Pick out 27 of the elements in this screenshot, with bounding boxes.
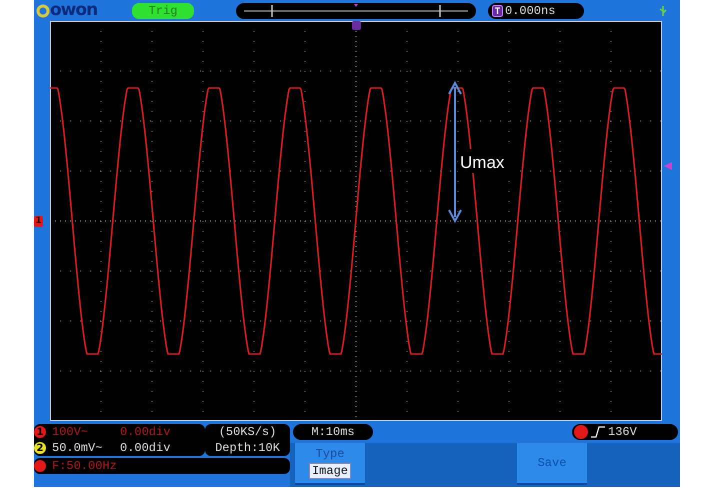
usb-icon	[658, 4, 668, 17]
channel-badge	[34, 460, 46, 472]
memory-depth: Depth:10K	[215, 441, 280, 456]
trigger-level-marker	[664, 162, 672, 170]
menu-label: Type	[316, 447, 344, 462]
logo-ring-icon	[36, 4, 50, 18]
time-offset: 0.000ns	[505, 4, 556, 18]
umax-label: Umax	[460, 153, 504, 172]
logo: owon	[50, 2, 98, 20]
sample-rate: (50KS/s)	[218, 425, 276, 440]
trigger-status: Trig	[132, 2, 194, 19]
trigger-marker	[352, 21, 361, 30]
channel-badge: 1	[34, 426, 46, 438]
rising-edge-icon	[591, 426, 605, 438]
channel-scale: 100V~	[52, 425, 90, 440]
channel-badge: 2	[34, 442, 46, 454]
trigger-level: 136V	[608, 424, 637, 440]
channel-badge	[574, 425, 588, 440]
menu-value: Image	[308, 463, 351, 480]
timebase-display: M:10ms	[293, 424, 373, 440]
type-menu-button[interactable]: Type Image	[295, 443, 365, 486]
channel-offset: 0.00div	[120, 425, 170, 440]
trigger-position-icon	[492, 4, 503, 17]
channel-scale: 50.0mV~	[52, 441, 104, 456]
channel-offset: 0.00div	[120, 441, 170, 456]
frequency-readout: F:50.00Hz	[52, 459, 117, 474]
channel-marker: 1	[34, 216, 43, 227]
